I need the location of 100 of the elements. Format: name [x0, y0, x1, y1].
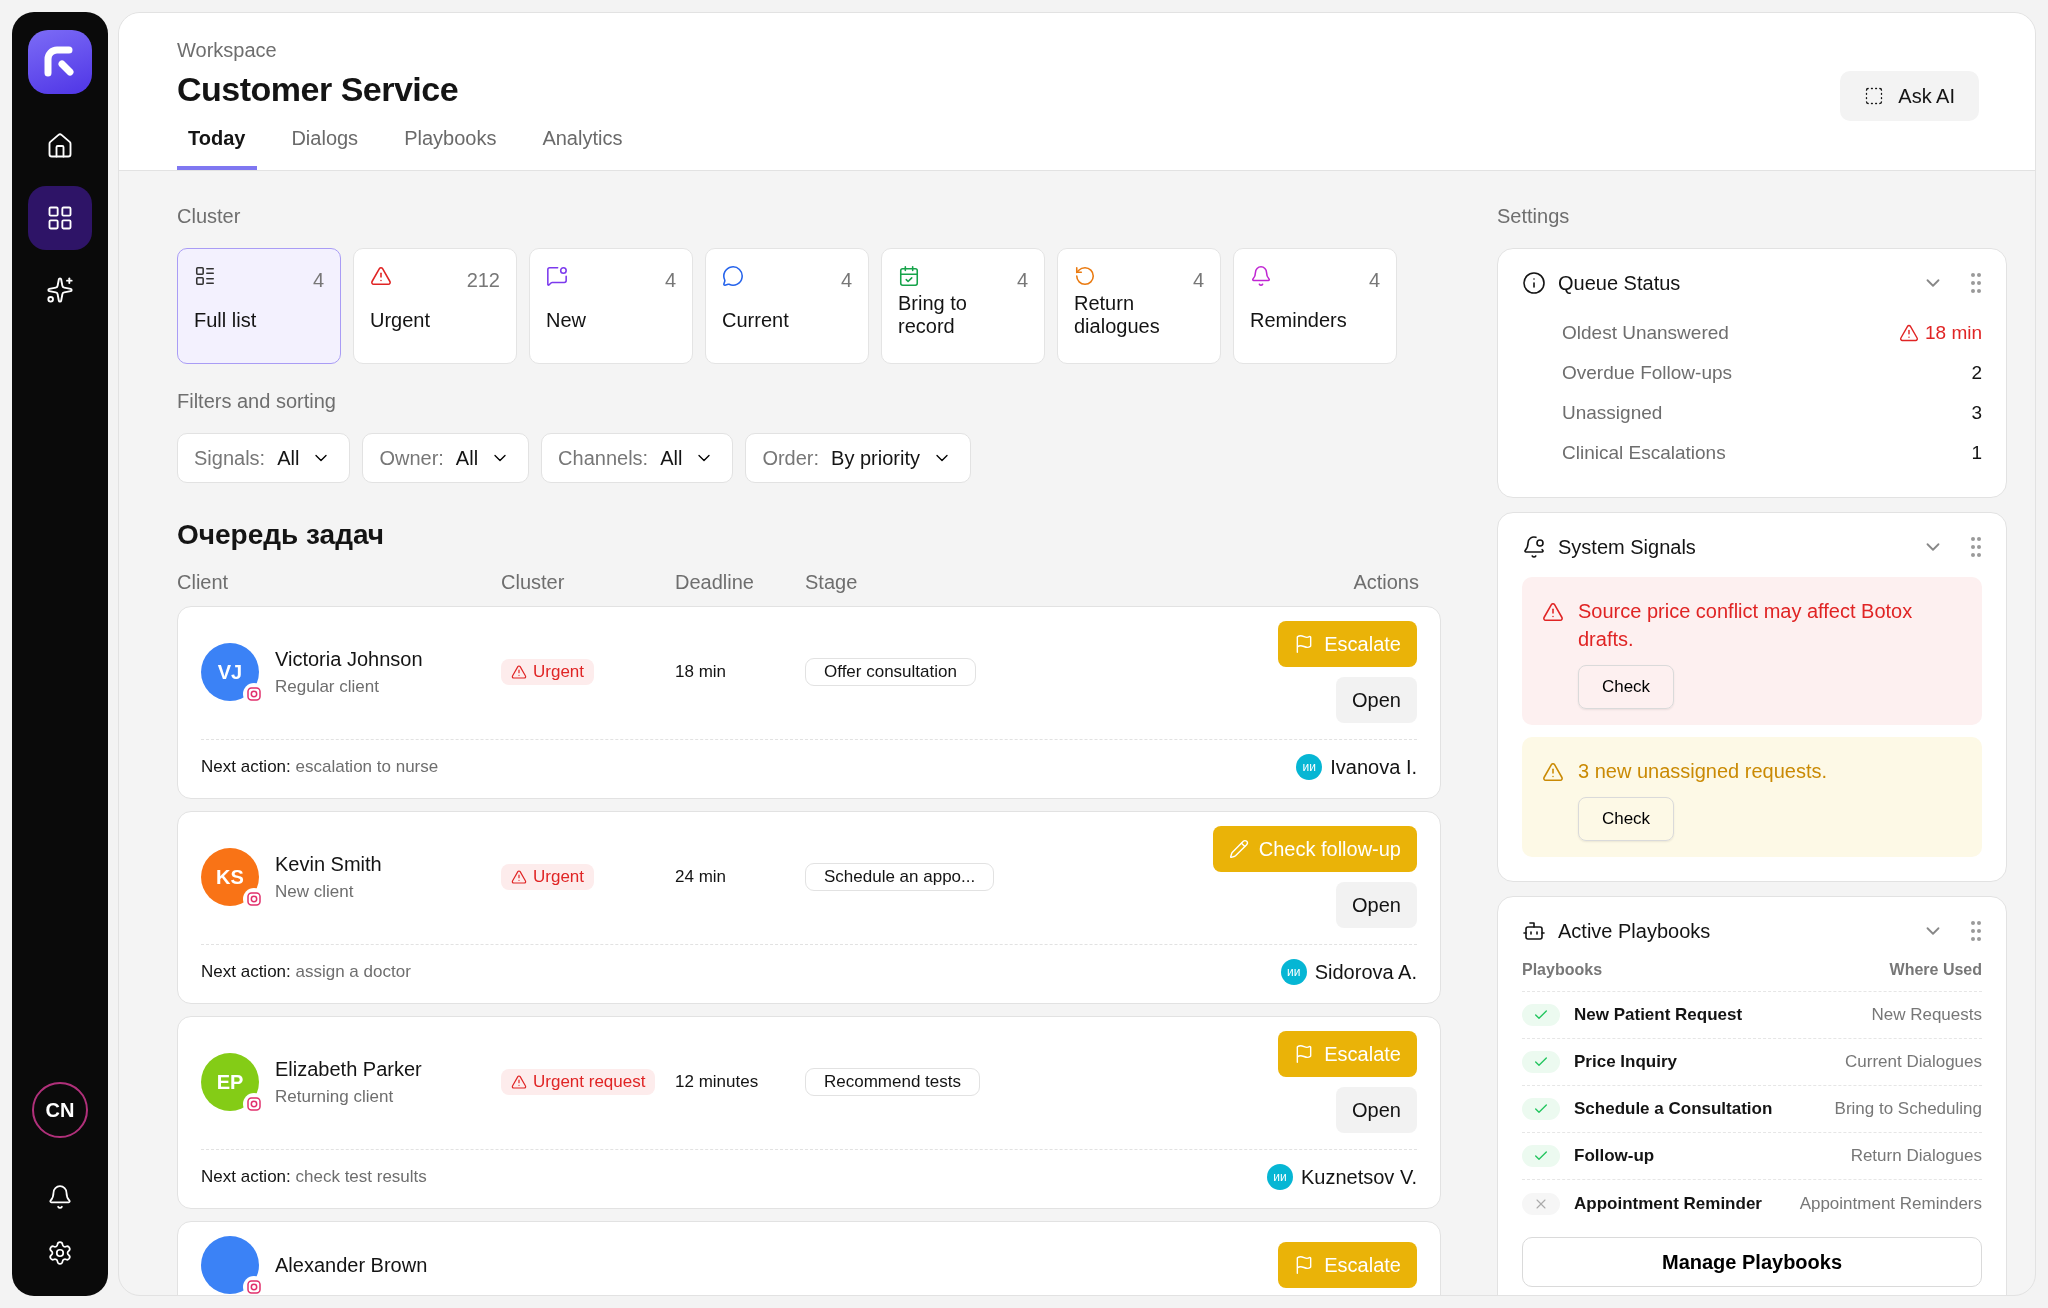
owner-name: Ivanova I. — [1330, 755, 1417, 779]
check-button[interactable]: Check — [1578, 797, 1674, 841]
stat-value: 2 — [1971, 362, 1982, 384]
column-header: Deadline — [675, 571, 755, 594]
column-header: Stage — [805, 571, 859, 594]
panel-title: Queue Status — [1558, 271, 1682, 295]
cluster-card[interactable]: 4 Return dialogues — [1057, 248, 1221, 364]
ask-ai-button[interactable]: Ask AI — [1840, 71, 1979, 121]
client-type: Regular client — [275, 676, 380, 697]
page-title: Customer Service — [177, 70, 460, 109]
drag-handle-icon[interactable] — [1970, 536, 1982, 558]
bell-icon — [47, 1184, 73, 1210]
stat-value: 1 — [1971, 442, 1982, 464]
manage-playbooks-button[interactable]: Manage Playbooks — [1522, 1237, 1982, 1287]
filter-dropdown[interactable]: Channels: All — [541, 433, 734, 483]
bell-icon — [1522, 535, 1546, 559]
column-header: Playbooks — [1522, 961, 1603, 979]
sparkle-icon — [46, 276, 74, 304]
client-name: Elizabeth Parker — [275, 1057, 422, 1081]
settings-icon — [47, 1240, 73, 1266]
cluster-card[interactable]: 4 Bring to record — [881, 248, 1045, 364]
drag-handle-icon[interactable] — [1970, 920, 1982, 942]
check-icon[interactable] — [1522, 1145, 1560, 1167]
tab[interactable]: Analytics — [530, 127, 635, 170]
panel-title: Active Playbooks — [1558, 919, 1712, 943]
deadline: 18 min — [675, 662, 728, 682]
filter-dropdown[interactable]: Owner: All — [362, 433, 530, 483]
warning-icon — [370, 265, 392, 287]
check-icon[interactable] — [1522, 1098, 1560, 1120]
deadline: 12 minutes — [675, 1072, 760, 1092]
open-button[interactable]: Open — [1336, 677, 1417, 723]
task-card[interactable]: EP Elizabeth Parker Returning client Urgent request 12 minutes Recommend tests Escalate Open Next action: check test results ии Kuznetsov V. — [177, 1016, 1441, 1209]
calendar-check-icon — [898, 265, 920, 287]
task-card[interactable]: KS Kevin Smith New client Urgent 24 min Schedule an appo... Check follow-up Open Next action: assign a doctor ии Sidorova A. — [177, 811, 1441, 1004]
user-avatar[interactable]: CN — [32, 1082, 88, 1138]
next-action: Next action: check test results — [201, 1167, 427, 1187]
section-label: Settings — [1497, 205, 1571, 228]
task-card[interactable]: Alexander Brown Escalate — [177, 1221, 1441, 1295]
open-button[interactable]: Open — [1336, 1087, 1417, 1133]
playbook-usage: New Requests — [1871, 1005, 1982, 1025]
tab[interactable]: Playbooks — [392, 127, 509, 170]
client-name: Victoria Johnson — [275, 647, 423, 671]
urgent-badge: Urgent — [501, 659, 595, 685]
cluster-card[interactable]: 212 Urgent — [353, 248, 517, 364]
client-avatar: KS — [201, 848, 259, 906]
nav-item[interactable] — [28, 186, 92, 250]
column-header: Where Used — [1889, 961, 1982, 979]
task-card[interactable]: VJ Victoria Johnson Regular client Urgent 18 min Offer consultation Escalate Open Next action: escalation to nurse ии Ivanova I. — [177, 606, 1441, 799]
stage-tag: Schedule an appo... — [805, 863, 995, 891]
cluster-card[interactable]: 4 New — [529, 248, 693, 364]
drag-handle-icon[interactable] — [1970, 272, 1982, 294]
deadline: 24 min — [675, 867, 728, 887]
owner-avatar: ии — [1267, 1164, 1293, 1190]
alert-text: 3 new unassigned requests. — [1578, 759, 1828, 784]
client-name: Kevin Smith — [275, 852, 382, 876]
app-logo[interactable] — [28, 30, 92, 94]
filter-dropdown[interactable]: Signals: All — [177, 433, 351, 483]
owner-name: Kuznetsov V. — [1301, 1165, 1417, 1189]
playbook-name: New Patient Request — [1574, 1005, 1744, 1025]
owner-name: Sidorova A. — [1314, 960, 1417, 984]
cluster-card[interactable]: 4 Full list — [177, 248, 341, 364]
alert-text: Source price conflict may affect Botox drafts. — [1578, 599, 1914, 652]
info-icon — [1522, 271, 1546, 295]
cluster-card[interactable]: 4 Current — [705, 248, 869, 364]
chat-icon — [722, 265, 744, 287]
warning-icon — [1542, 761, 1564, 783]
stat-label: Clinical Escalations — [1562, 442, 1726, 464]
logo-icon — [43, 45, 77, 79]
owner-avatar: ии — [1296, 754, 1323, 780]
pencil-icon — [1228, 839, 1249, 859]
playbook-usage: Current Dialogues — [1845, 1052, 1982, 1072]
warning-icon — [1898, 323, 1919, 343]
column-header: Actions — [1353, 571, 1419, 594]
check-icon[interactable] — [1522, 1004, 1560, 1026]
cluster-card[interactable]: 4 Reminders — [1233, 248, 1397, 364]
playbook-usage: Bring to Scheduling — [1834, 1099, 1982, 1119]
filter-dropdown[interactable]: Order: By priority — [745, 433, 971, 483]
stage-tag: Offer consultation — [805, 658, 976, 686]
stat-label: Oldest Unanswered — [1562, 322, 1729, 344]
client-name: Alexander Brown — [275, 1253, 428, 1277]
next-action: Next action: assign a doctor — [201, 962, 411, 982]
robot-icon — [1522, 919, 1546, 943]
playbook-usage: Return Dialogues — [1850, 1146, 1982, 1166]
tab[interactable]: Dialogs — [279, 127, 371, 170]
stat-value: 18 min — [1898, 322, 1982, 344]
panel-title: System Signals — [1558, 535, 1697, 559]
client-avatar: VJ — [201, 643, 259, 701]
owner-avatar: ии — [1280, 959, 1307, 985]
section-label: Filters and sorting — [177, 390, 337, 413]
open-button[interactable]: Open — [1336, 882, 1417, 928]
stat-label: Overdue Follow-ups — [1562, 362, 1733, 384]
section-label: Cluster — [177, 205, 242, 228]
check-button[interactable]: Check — [1578, 665, 1674, 709]
stage-tag: Recommend tests — [805, 1068, 980, 1096]
breadcrumb: Workspace — [177, 39, 278, 62]
tab[interactable]: Today — [177, 127, 258, 170]
stat-label: Unassigned — [1562, 402, 1663, 424]
client-avatar: EP — [201, 1053, 259, 1111]
chat-dot-icon — [546, 265, 568, 287]
check-icon[interactable] — [1522, 1051, 1560, 1073]
